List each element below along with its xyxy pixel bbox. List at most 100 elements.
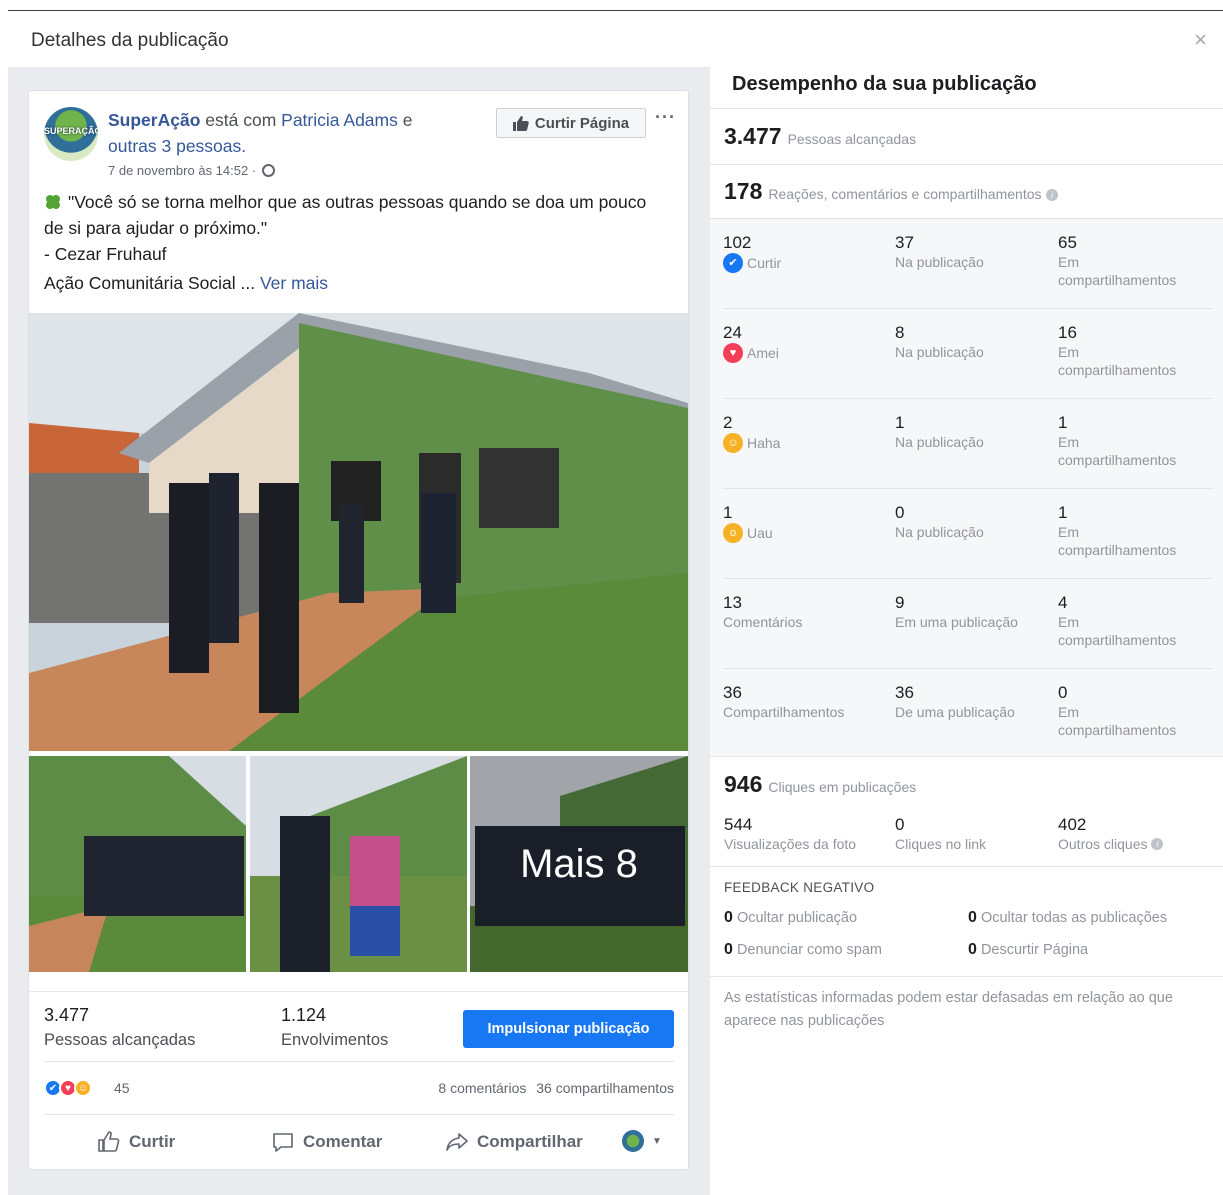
photo-thumb-2[interactable] bbox=[250, 756, 467, 972]
like-action-button[interactable]: Curtir bbox=[97, 1130, 175, 1154]
photo-thumb-3[interactable]: Mais 8 bbox=[470, 756, 688, 972]
modal-title: Detalhes da publicação bbox=[31, 30, 229, 51]
row-total: 2 bbox=[723, 413, 733, 432]
row-right-label: Em compartilhamentos bbox=[1058, 254, 1177, 288]
row-right-number: 1 bbox=[1058, 413, 1068, 432]
stats-footnote: As estatísticas informadas podem estar d… bbox=[724, 990, 1173, 1029]
row-right-label: Em compartilhamentos bbox=[1058, 434, 1177, 468]
page-selector[interactable]: ▼ bbox=[622, 1130, 662, 1152]
haha-icon: ☺ bbox=[74, 1079, 92, 1097]
row-total: 102 bbox=[723, 233, 752, 252]
row-label: Comentários bbox=[723, 614, 803, 630]
post-text-more: Ação Comunitária Social ... Ver mais bbox=[44, 273, 328, 294]
row-right-number: 4 bbox=[1058, 593, 1068, 612]
other-clicks-number: 402 bbox=[1058, 815, 1087, 834]
with-text: está com bbox=[205, 110, 277, 130]
hide-all-label: Ocultar todas as publicações bbox=[980, 910, 1168, 926]
info-icon[interactable]: i bbox=[1045, 189, 1058, 201]
donation-photo bbox=[250, 756, 467, 972]
reached-number: 3.477 bbox=[44, 1005, 90, 1025]
info-icon[interactable]: i bbox=[1151, 838, 1164, 850]
hide-all-number: 0 bbox=[968, 909, 977, 926]
comment-icon bbox=[273, 1133, 293, 1152]
row-right-number: 1 bbox=[1058, 503, 1068, 522]
tagged-person-link[interactable]: Patricia Adams bbox=[281, 110, 398, 130]
like-page-button[interactable]: Curtir Página bbox=[496, 108, 646, 138]
row-mid-number: 1 bbox=[895, 413, 905, 432]
share-action-button[interactable]: Compartilhar bbox=[445, 1130, 583, 1154]
row-right-number: 16 bbox=[1058, 323, 1077, 342]
group-photo-1 bbox=[29, 756, 246, 972]
reached-label: Pessoas alcançadas bbox=[44, 1031, 196, 1049]
post-header: SuperAção está com Patricia Adams e outr… bbox=[108, 107, 488, 159]
hide-post-label: Ocultar publicação bbox=[736, 910, 858, 926]
performance-title: Desempenho da sua publicação bbox=[732, 73, 1037, 95]
perf-reached-number: 3.477 bbox=[724, 123, 782, 149]
report-spam-number: 0 bbox=[724, 941, 733, 958]
clicks-number: 946 bbox=[724, 771, 763, 797]
see-more-link[interactable]: Ver mais bbox=[260, 273, 328, 293]
comment-action-button[interactable]: Comentar bbox=[271, 1130, 382, 1154]
page-avatar[interactable]: SUPERAÇÃO bbox=[44, 107, 98, 161]
shares-row: 36 Compartilhamentos 36 De uma publicação … bbox=[723, 669, 1213, 759]
row-mid-label: Em uma publicação bbox=[895, 614, 1018, 630]
engagement-number: 1.124 bbox=[281, 1005, 327, 1025]
unlike-page-label: Descurtir Página bbox=[980, 942, 1089, 958]
row-label: Haha bbox=[747, 435, 781, 451]
negative-feedback-section: FEEDBACK NEGATIVO 0 Ocultar publicação 0… bbox=[710, 866, 1223, 976]
thumbs-up-icon bbox=[512, 115, 529, 131]
photo-thumb-1[interactable] bbox=[29, 756, 246, 972]
comments-shares: 8 comentários 36 compartilhamentos bbox=[432, 1080, 674, 1096]
clover-icon bbox=[46, 195, 60, 209]
perf-engagement-label: Reações, comentários e compartilhamentos bbox=[768, 186, 1042, 202]
comments-link[interactable]: 8 comentários bbox=[438, 1080, 526, 1096]
more-options-icon[interactable]: ··· bbox=[655, 107, 676, 128]
chevron-down-icon: ▼ bbox=[652, 1135, 662, 1147]
row-label: Amei bbox=[747, 345, 779, 361]
quote-author: - Cezar Fruhauf bbox=[44, 244, 167, 264]
row-mid-label: Na publicação bbox=[895, 254, 984, 270]
reach-section: 3.477 Pessoas alcançadas bbox=[710, 108, 1223, 164]
comments-row: 13 Comentários 9 Em uma publicação 4 Em com… bbox=[723, 579, 1213, 669]
negative-feedback-title: FEEDBACK NEGATIVO bbox=[724, 880, 875, 895]
like-action-label: Curtir bbox=[129, 1132, 176, 1151]
other-clicks-label: Outros cliques bbox=[1058, 836, 1148, 852]
more-photos-overlay[interactable]: Mais 8 bbox=[470, 756, 688, 972]
row-mid-number: 0 bbox=[895, 503, 905, 522]
haha-icon: ☺ bbox=[723, 433, 743, 453]
row-mid-label: Na publicação bbox=[895, 524, 984, 540]
page-name-link[interactable]: SuperAção bbox=[108, 110, 200, 130]
row-label: Compartilhamentos bbox=[723, 704, 845, 720]
footnote-section: As estatísticas informadas podem estar d… bbox=[710, 976, 1223, 1056]
engagement-label: Envolvimentos bbox=[281, 1031, 389, 1049]
row-right-label: Em compartilhamentos bbox=[1058, 614, 1177, 648]
clicks-section: 946 Cliques em publicações 544 Visualizaç… bbox=[710, 756, 1223, 866]
perf-reached-label: Pessoas alcançadas bbox=[787, 131, 916, 147]
thumbs-up-outline-icon bbox=[98, 1131, 120, 1152]
hide-all-stat: 0 Ocultar todas as publicações bbox=[968, 909, 1167, 927]
hide-post-number: 0 bbox=[724, 909, 733, 926]
row-total: 24 bbox=[723, 323, 742, 342]
unlike-page-number: 0 bbox=[968, 941, 977, 958]
main-photo[interactable] bbox=[29, 313, 688, 751]
reaction-row-haha: 2 ☺ Haha 1 Na publicação 1 Em compartilhamen… bbox=[723, 399, 1213, 489]
row-right-number: 65 bbox=[1058, 233, 1077, 252]
row-right-label: Em compartilhamentos bbox=[1058, 344, 1177, 378]
close-icon[interactable]: × bbox=[1194, 29, 1207, 51]
boost-post-button[interactable]: Impulsionar publicação bbox=[463, 1010, 674, 1048]
reaction-row-love: 24 ♥ Amei 8 Na publicação 16 Em compartilham… bbox=[723, 309, 1213, 399]
row-total: 13 bbox=[723, 593, 742, 612]
performance-panel: 3.477 Pessoas alcançadas 178 Reações, come… bbox=[710, 108, 1223, 1195]
reaction-count[interactable]: 45 bbox=[114, 1080, 130, 1096]
others-link[interactable]: outras 3 pessoas. bbox=[108, 136, 246, 156]
post-timestamp[interactable]: 7 de novembro às 14:52 · bbox=[108, 163, 275, 178]
row-right-label: Em compartilhamentos bbox=[1058, 704, 1177, 738]
photo-views-number: 544 bbox=[724, 815, 753, 834]
reaction-icons[interactable]: ✔ ♥ ☺ bbox=[44, 1079, 92, 1097]
reactions-summary: ✔ ♥ ☺ 45 8 comentários 36 compartilhamen… bbox=[44, 1061, 674, 1115]
like-icon: ✔ bbox=[723, 253, 743, 273]
shares-link[interactable]: 36 compartilhamentos bbox=[536, 1080, 674, 1096]
page-selector-avatar bbox=[622, 1130, 644, 1152]
row-mid-number: 36 bbox=[895, 683, 914, 702]
reaction-row-like: 102 ✔ Curtir 37 Na publicação 65 Em comparti… bbox=[723, 219, 1213, 309]
